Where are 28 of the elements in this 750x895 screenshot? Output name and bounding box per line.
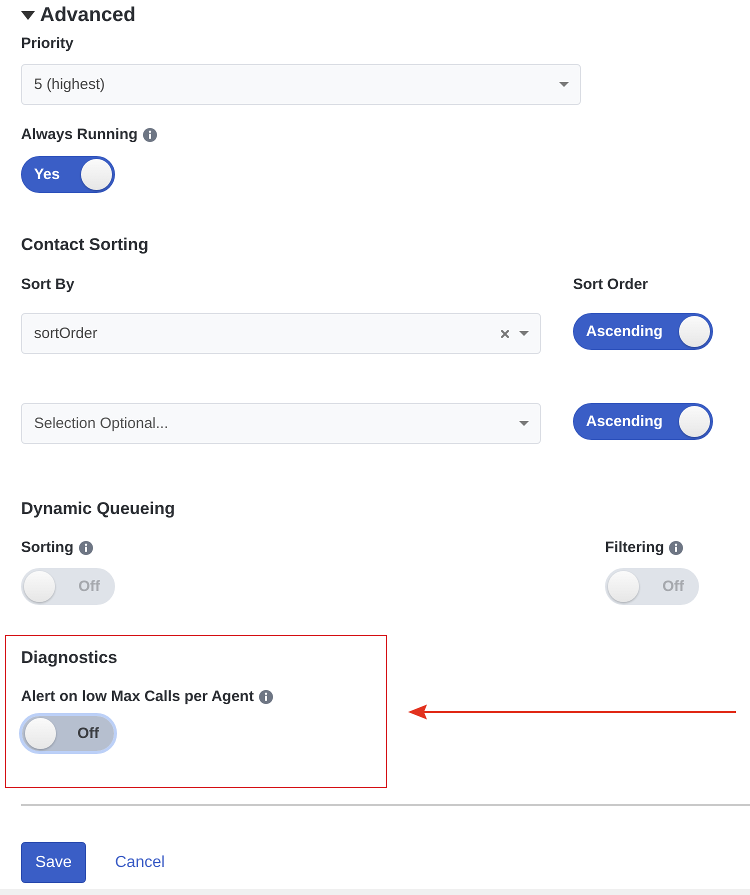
caret-icon (519, 421, 529, 426)
field-label: Sort By (21, 275, 74, 295)
toggle-switch[interactable]: Off (22, 716, 114, 751)
field-label: Sorting (21, 538, 74, 558)
info-icon (258, 690, 273, 704)
section-title: Dynamic Queueing (21, 498, 175, 520)
toggle-switch[interactable]: Yes (21, 156, 115, 193)
info-icon (78, 541, 92, 555)
field-label: Priority (21, 34, 74, 54)
info-icon (142, 128, 157, 142)
info-icon (669, 541, 684, 555)
field-label: Filtering (605, 538, 664, 558)
section-title: Diagnostics (21, 647, 118, 669)
field-label: Alert on low Max Calls per Agent (21, 687, 254, 707)
dropdown-field[interactable]: 5 (highest) (21, 64, 581, 105)
save-button[interactable]: Save (21, 842, 86, 883)
field-label: Always Running (21, 125, 138, 145)
dropdown-field[interactable]: Selection Optional... (21, 403, 541, 444)
toggle-switch[interactable]: Ascending (573, 403, 713, 440)
field-label: Sort Order (573, 275, 648, 295)
clear-icon[interactable] (501, 330, 509, 338)
caret-icon (559, 82, 569, 87)
caret-icon (519, 331, 529, 336)
section-title: Contact Sorting (21, 234, 148, 256)
dropdown-field[interactable]: sortOrder (21, 313, 541, 354)
cancel-link[interactable]: Cancel (115, 854, 165, 872)
toggle-switch[interactable]: Ascending (573, 313, 713, 350)
section-toggle[interactable]: Advanced (21, 3, 136, 27)
